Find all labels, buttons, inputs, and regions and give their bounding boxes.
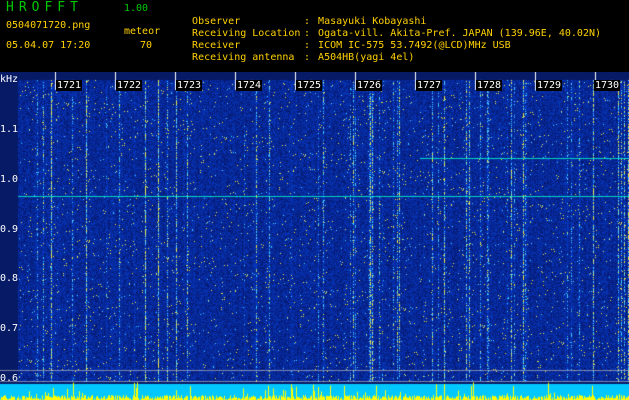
minute-label: 1730 [594, 80, 621, 91]
spectrogram [0, 72, 629, 400]
ytick-label: 1.0 [0, 174, 19, 185]
app-version: 1.00 [124, 3, 149, 14]
minute-label: 1724 [236, 80, 263, 91]
timestamp: 05.04.07 17:20 [6, 40, 91, 51]
info-key: Receiving antenna [192, 52, 295, 63]
minute-label: 1726 [356, 80, 383, 91]
minute-label: 1722 [116, 80, 143, 91]
minute-label: 1727 [416, 80, 443, 91]
app-title: HROFFT [6, 0, 83, 15]
minute-label: 1721 [56, 80, 83, 91]
minute-label: 1723 [176, 80, 203, 91]
ytick-label: 0.7 [0, 323, 19, 334]
meteor-count: 70 [140, 40, 153, 51]
file-name: 0504071720.png [6, 20, 91, 31]
minute-label: 1725 [296, 80, 323, 91]
ytick-label: 0.8 [0, 273, 19, 284]
info-value: A504HB(yagi 4el) [318, 52, 415, 63]
ytick-label: 1.1 [0, 124, 19, 135]
ytick-label: 0.9 [0, 224, 19, 235]
info-antenna: Receiving antenna: A504HB(yagi 4el) [180, 40, 414, 64]
minute-label: 1729 [536, 80, 563, 91]
axis-unit: kHz [0, 74, 19, 85]
minute-label: 1728 [476, 80, 503, 91]
mode-label: meteor [124, 26, 161, 37]
info-sep: : [304, 52, 311, 63]
ytick-label: 0.6 [0, 373, 19, 384]
